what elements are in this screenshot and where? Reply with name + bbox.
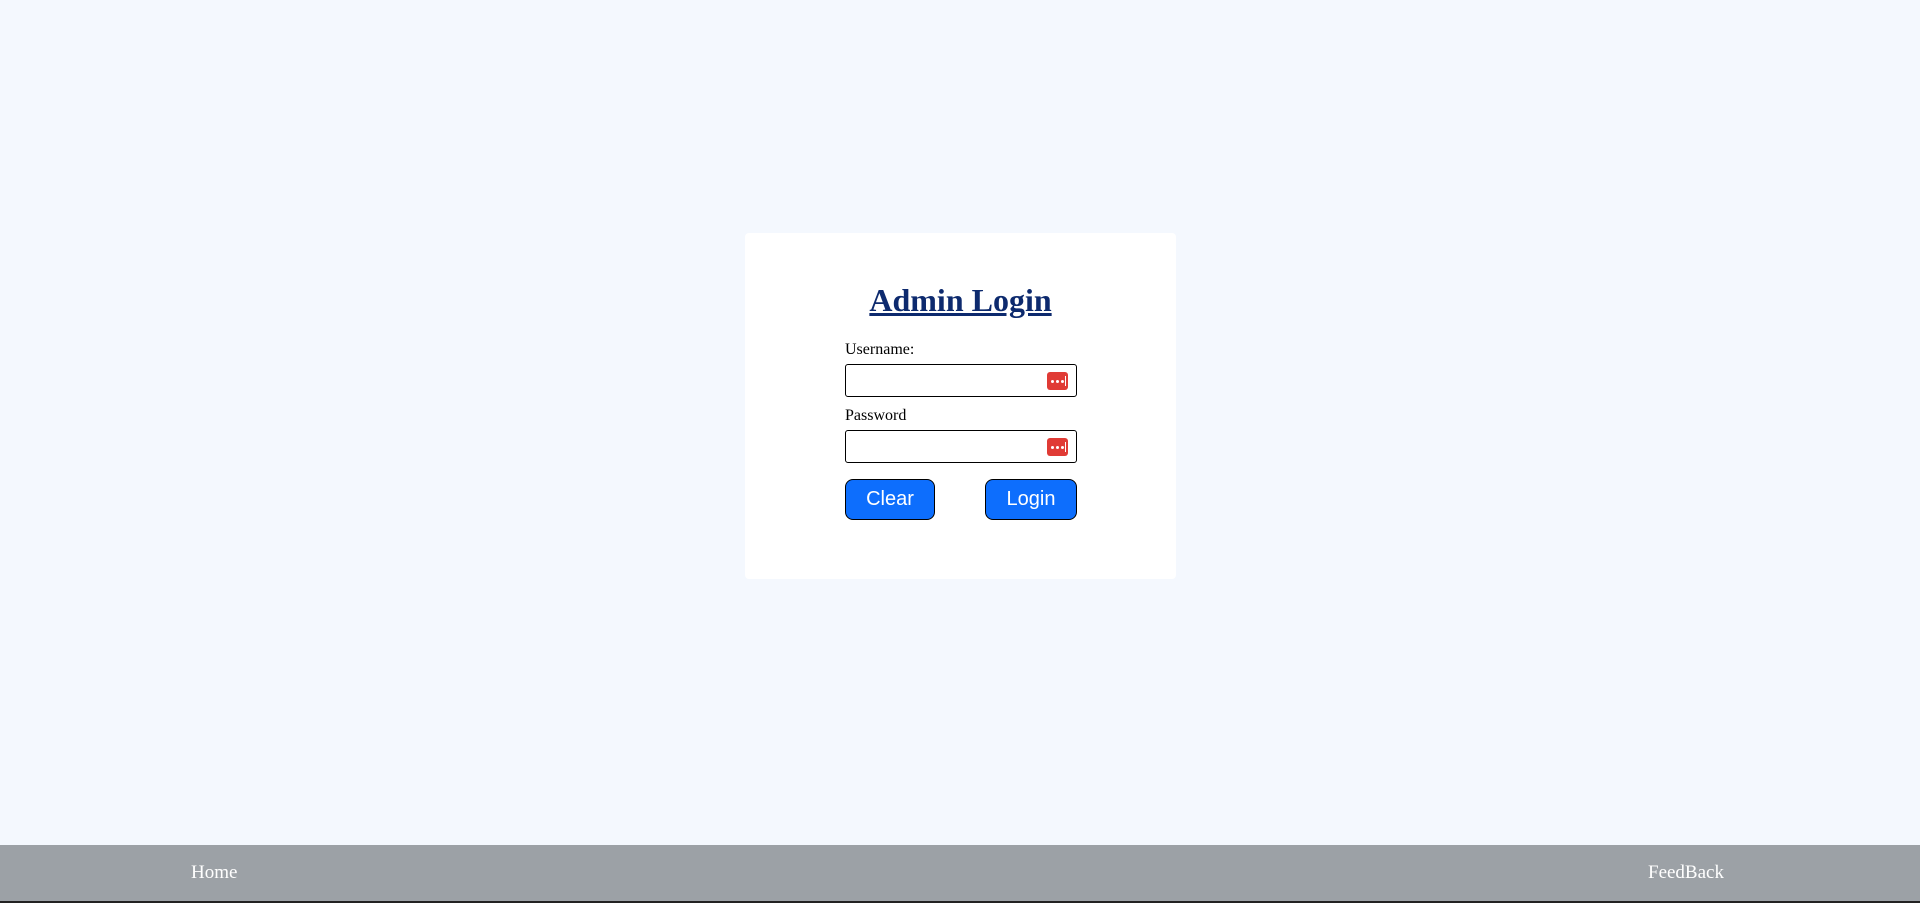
- username-field-wrapper: [845, 364, 1077, 397]
- footer-link-feedback[interactable]: FeedBack: [1648, 862, 1724, 884]
- password-manager-icon[interactable]: [1047, 438, 1068, 456]
- login-card: Admin Login Username: Password Clear Log…: [745, 233, 1176, 579]
- page: Admin Login Username: Password Clear Log…: [0, 0, 1920, 903]
- footer-link-home[interactable]: Home: [191, 862, 237, 884]
- login-button[interactable]: Login: [985, 479, 1077, 520]
- clear-button[interactable]: Clear: [845, 479, 935, 520]
- password-field-wrapper: [845, 430, 1077, 463]
- password-input[interactable]: [846, 431, 1036, 462]
- password-label: Password: [845, 407, 907, 424]
- username-input[interactable]: [846, 365, 1036, 396]
- username-label: Username:: [845, 341, 915, 358]
- page-title: Admin Login: [869, 282, 1052, 318]
- footer-bar: Home FeedBack: [0, 845, 1920, 903]
- password-manager-icon[interactable]: [1047, 372, 1068, 390]
